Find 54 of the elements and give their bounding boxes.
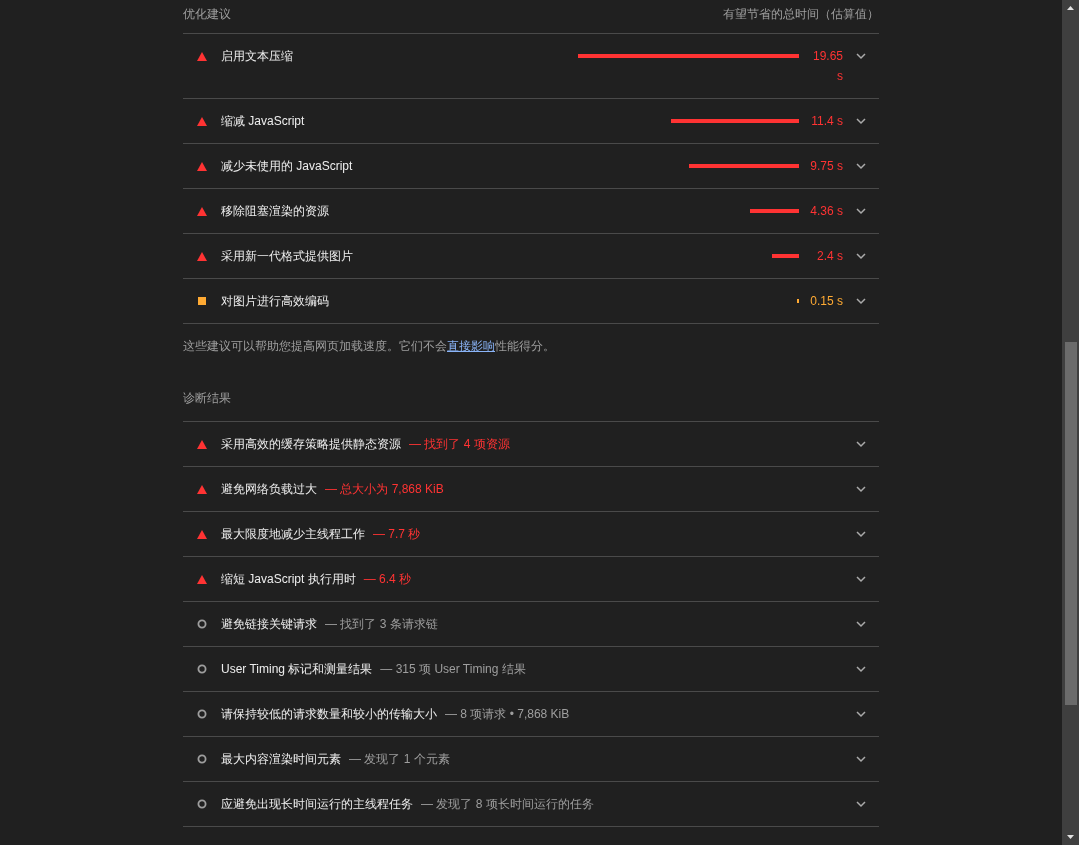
note-text: 这些建议可以帮助您提高网页加载速度。它们不会直接影响性能得分。 xyxy=(183,338,556,355)
audit-title: 最大内容渲染时间元素 xyxy=(221,751,341,768)
audit-row[interactable]: 对图片进行高效编码 0.15 s xyxy=(183,279,879,324)
audit-title: 移除阻塞渲染的资源 xyxy=(221,203,329,220)
audit-row[interactable]: 避免网络负载过大 — 总大小为 7,868 KiB xyxy=(183,467,879,512)
savings-value: 4.36 s xyxy=(809,203,843,220)
savings-value: 9.75 s xyxy=(809,158,843,175)
scrollbar[interactable] xyxy=(1062,0,1079,845)
audit-title: 应避免出现长时间运行的主线程任务 xyxy=(221,796,413,813)
audit-detail: — 发现了 8 项长时间运行的任务 xyxy=(421,796,594,813)
audit-row[interactable]: 请保持较低的请求数量和较小的传输大小 — 8 项请求 • 7,868 KiB xyxy=(183,692,879,737)
audit-detail: — 发现了 1 个元素 xyxy=(349,751,450,768)
audit-title: 采用新一代格式提供图片 xyxy=(221,248,353,265)
audit-title: 避免链接关键请求 xyxy=(221,616,317,633)
savings-bar xyxy=(772,254,799,258)
savings-value: 2.4 s xyxy=(816,248,843,265)
audit-title: 请保持较低的请求数量和较小的传输大小 xyxy=(221,706,437,723)
audit-title: 最大限度地减少主线程工作 xyxy=(221,526,365,543)
savings-value: 0.15 s xyxy=(809,293,843,310)
column-header: 有望节省的总时间（估算值） xyxy=(723,5,879,23)
audit-detail: — 315 项 User Timing 结果 xyxy=(380,661,526,678)
audit-detail: — 7.7 秒 xyxy=(373,526,421,543)
scrollbar-thumb[interactable] xyxy=(1064,342,1077,705)
audit-title: 对图片进行高效编码 xyxy=(221,293,329,310)
audit-title: 减少未使用的 JavaScript xyxy=(221,158,353,175)
audit-row[interactable]: 减少未使用的 JavaScript 9.75 s xyxy=(183,144,879,189)
audit-row[interactable]: 应避免出现长时间运行的主线程任务 — 发现了 8 项长时间运行的任务 xyxy=(183,782,879,827)
section-title: 诊断结果 xyxy=(183,388,879,422)
audit-detail: — 总大小为 7,868 KiB xyxy=(325,481,444,498)
audit-detail: — 找到了 3 条请求链 xyxy=(325,616,438,633)
section-title: 优化建议 xyxy=(183,5,231,23)
audit-detail: — 6.4 秒 xyxy=(363,571,412,588)
audit-row[interactable]: 移除阻塞渲染的资源 4.36 s xyxy=(183,189,879,234)
audit-detail: — 8 项请求 • 7,868 KiB xyxy=(445,706,570,723)
audit-row[interactable]: 采用高效的缓存策略提供静态资源 — 找到了 4 项资源 xyxy=(183,422,879,467)
audit-row[interactable]: 最大限度地减少主线程工作 — 7.7 秒 xyxy=(183,512,879,557)
audit-row[interactable]: User Timing 标记和测量结果 — 315 项 User Timing 结果 xyxy=(183,647,879,692)
audit-title: 避免网络负载过大 xyxy=(221,481,317,498)
audit-row[interactable]: 缩短 JavaScript 执行用时 — 6.4 秒 xyxy=(183,557,879,602)
audit-title: 缩短 JavaScript 执行用时 xyxy=(221,571,356,588)
audit-row[interactable]: 缩减 JavaScript 11.4 s xyxy=(183,99,879,144)
audit-title: 采用高效的缓存策略提供静态资源 xyxy=(221,436,401,453)
audit-title: User Timing 标记和测量结果 xyxy=(221,661,373,678)
savings-value: 19.65 s xyxy=(811,48,843,85)
audit-row[interactable]: 启用文本压缩 19.65 s xyxy=(183,34,879,99)
audit-row[interactable]: 最大内容渲染时间元素 — 发现了 1 个元素 xyxy=(183,737,879,782)
audit-detail: — 找到了 4 项资源 xyxy=(409,436,510,453)
audit-title: 启用文本压缩 xyxy=(221,48,293,65)
savings-bar xyxy=(749,209,799,213)
audit-row[interactable]: 采用新一代格式提供图片 2.4 s xyxy=(183,234,879,279)
audit-title: 缩减 JavaScript xyxy=(221,113,305,130)
audit-row[interactable]: 避免链接关键请求 — 找到了 3 条请求链 xyxy=(183,602,879,647)
savings-value: 11.4 s xyxy=(810,113,843,130)
link[interactable]: 直接影响 xyxy=(447,339,495,353)
